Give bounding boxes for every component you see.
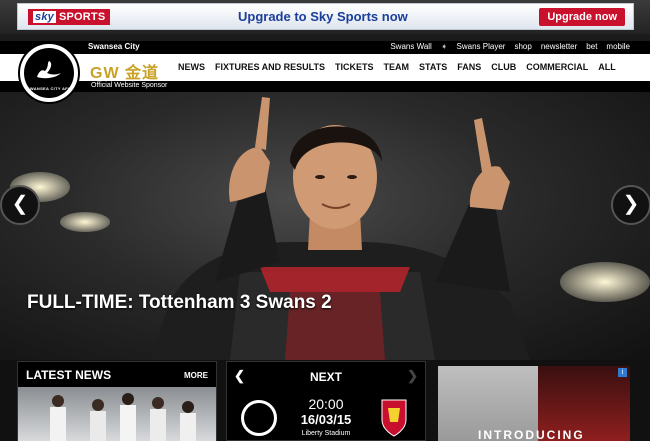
- link-swans-player[interactable]: Swans Player: [457, 42, 506, 51]
- latest-news-panel: LATEST NEWS MORE: [17, 361, 217, 441]
- crest-badge: SWANSEA CITY AFC: [24, 48, 74, 98]
- sponsor-logo[interactable]: GW 金道: [90, 59, 159, 83]
- hero-caption-link[interactable]: FULL-TIME: Tottenham 3 Swans 2: [27, 292, 332, 314]
- nav-tickets[interactable]: TICKETS: [335, 62, 374, 72]
- link-shop[interactable]: shop: [514, 42, 531, 51]
- nav-club[interactable]: CLUB: [491, 62, 516, 72]
- header-utility-bar: Swansea City Swans Wall ➧ Swans Player s…: [0, 41, 650, 54]
- hero-carousel[interactable]: ❮ ❯: [0, 92, 650, 360]
- more-news-link[interactable]: MORE: [184, 371, 208, 380]
- main-nav-bar: GW 金道 NEWS FIXTURES AND RESULTS TICKETS …: [0, 54, 650, 83]
- sky-sports-logo: sky SPORTS: [28, 9, 111, 25]
- ad-text: INTRODUCING: [478, 428, 585, 441]
- link-newsletter[interactable]: newsletter: [541, 42, 577, 51]
- nav-stats[interactable]: STATS: [419, 62, 447, 72]
- link-bet[interactable]: bet: [586, 42, 597, 51]
- nav-fixtures-results[interactable]: FIXTURES AND RESULTS: [215, 62, 325, 72]
- utility-links: Swans Wall ➧ Swans Player shop newslette…: [390, 42, 630, 51]
- nav-team[interactable]: TEAM: [384, 62, 410, 72]
- share-icon: ➧: [440, 42, 448, 51]
- side-advert[interactable]: i INTRODUCING: [438, 366, 630, 441]
- sponsor-label: Official Website Sponsor: [91, 82, 168, 89]
- club-crest-logo[interactable]: SWANSEA CITY AFC: [18, 42, 80, 104]
- fixture-time: 20:00: [308, 396, 344, 412]
- fixture-date: 16/03/15: [300, 412, 352, 427]
- ad-frame[interactable]: sky SPORTS Upgrade to Sky Sports now Upgr…: [17, 3, 634, 30]
- sponsor-strip: Official Website Sponsor: [0, 81, 650, 92]
- carousel-next-button[interactable]: ❯: [611, 185, 650, 225]
- fixture-next-button[interactable]: ❯: [407, 368, 418, 384]
- stadium-light: [560, 262, 650, 302]
- next-fixture-panel: ❮ NEXT ❯ 20:00 16/03/15 Liberty Stadium: [226, 361, 426, 441]
- news-thumbnail[interactable]: [18, 387, 216, 441]
- link-mobile[interactable]: mobile: [606, 42, 630, 51]
- club-name: Swansea City: [88, 42, 140, 51]
- player-celebration-image: [150, 97, 530, 360]
- crest-text: SWANSEA CITY AFC: [26, 86, 72, 91]
- swan-icon: [37, 61, 61, 79]
- nav-all[interactable]: ALL: [598, 62, 616, 72]
- nav-commercial[interactable]: COMMERCIAL: [526, 62, 588, 72]
- latest-news-title: LATEST NEWS: [26, 368, 112, 382]
- link-swans-wall[interactable]: Swans Wall: [390, 42, 432, 51]
- carousel-prev-button[interactable]: ❮: [0, 185, 40, 225]
- latest-news-header: LATEST NEWS MORE: [18, 362, 216, 386]
- sports-logo-text: SPORTS: [58, 11, 106, 23]
- nav-fans[interactable]: FANS: [457, 62, 481, 72]
- team-photo-image: [50, 393, 196, 441]
- next-fixture-title: NEXT: [309, 370, 342, 384]
- nav-news[interactable]: NEWS: [178, 62, 205, 72]
- fixture-venue: Liberty Stadium: [301, 430, 351, 437]
- sky-logo-text: sky: [33, 11, 56, 23]
- bottom-panels: LATEST NEWS MORE ❮ NEXT ❯ 20:00 16/03/15…: [0, 360, 650, 441]
- main-nav: NEWS FIXTURES AND RESULTS TICKETS TEAM S…: [178, 62, 616, 72]
- upgrade-now-button[interactable]: Upgrade now: [539, 8, 625, 26]
- ad-headline[interactable]: Upgrade to Sky Sports now: [238, 9, 408, 24]
- top-ad-banner[interactable]: sky SPORTS Upgrade to Sky Sports now Upgr…: [0, 0, 650, 34]
- ad-info-icon[interactable]: i: [618, 368, 627, 377]
